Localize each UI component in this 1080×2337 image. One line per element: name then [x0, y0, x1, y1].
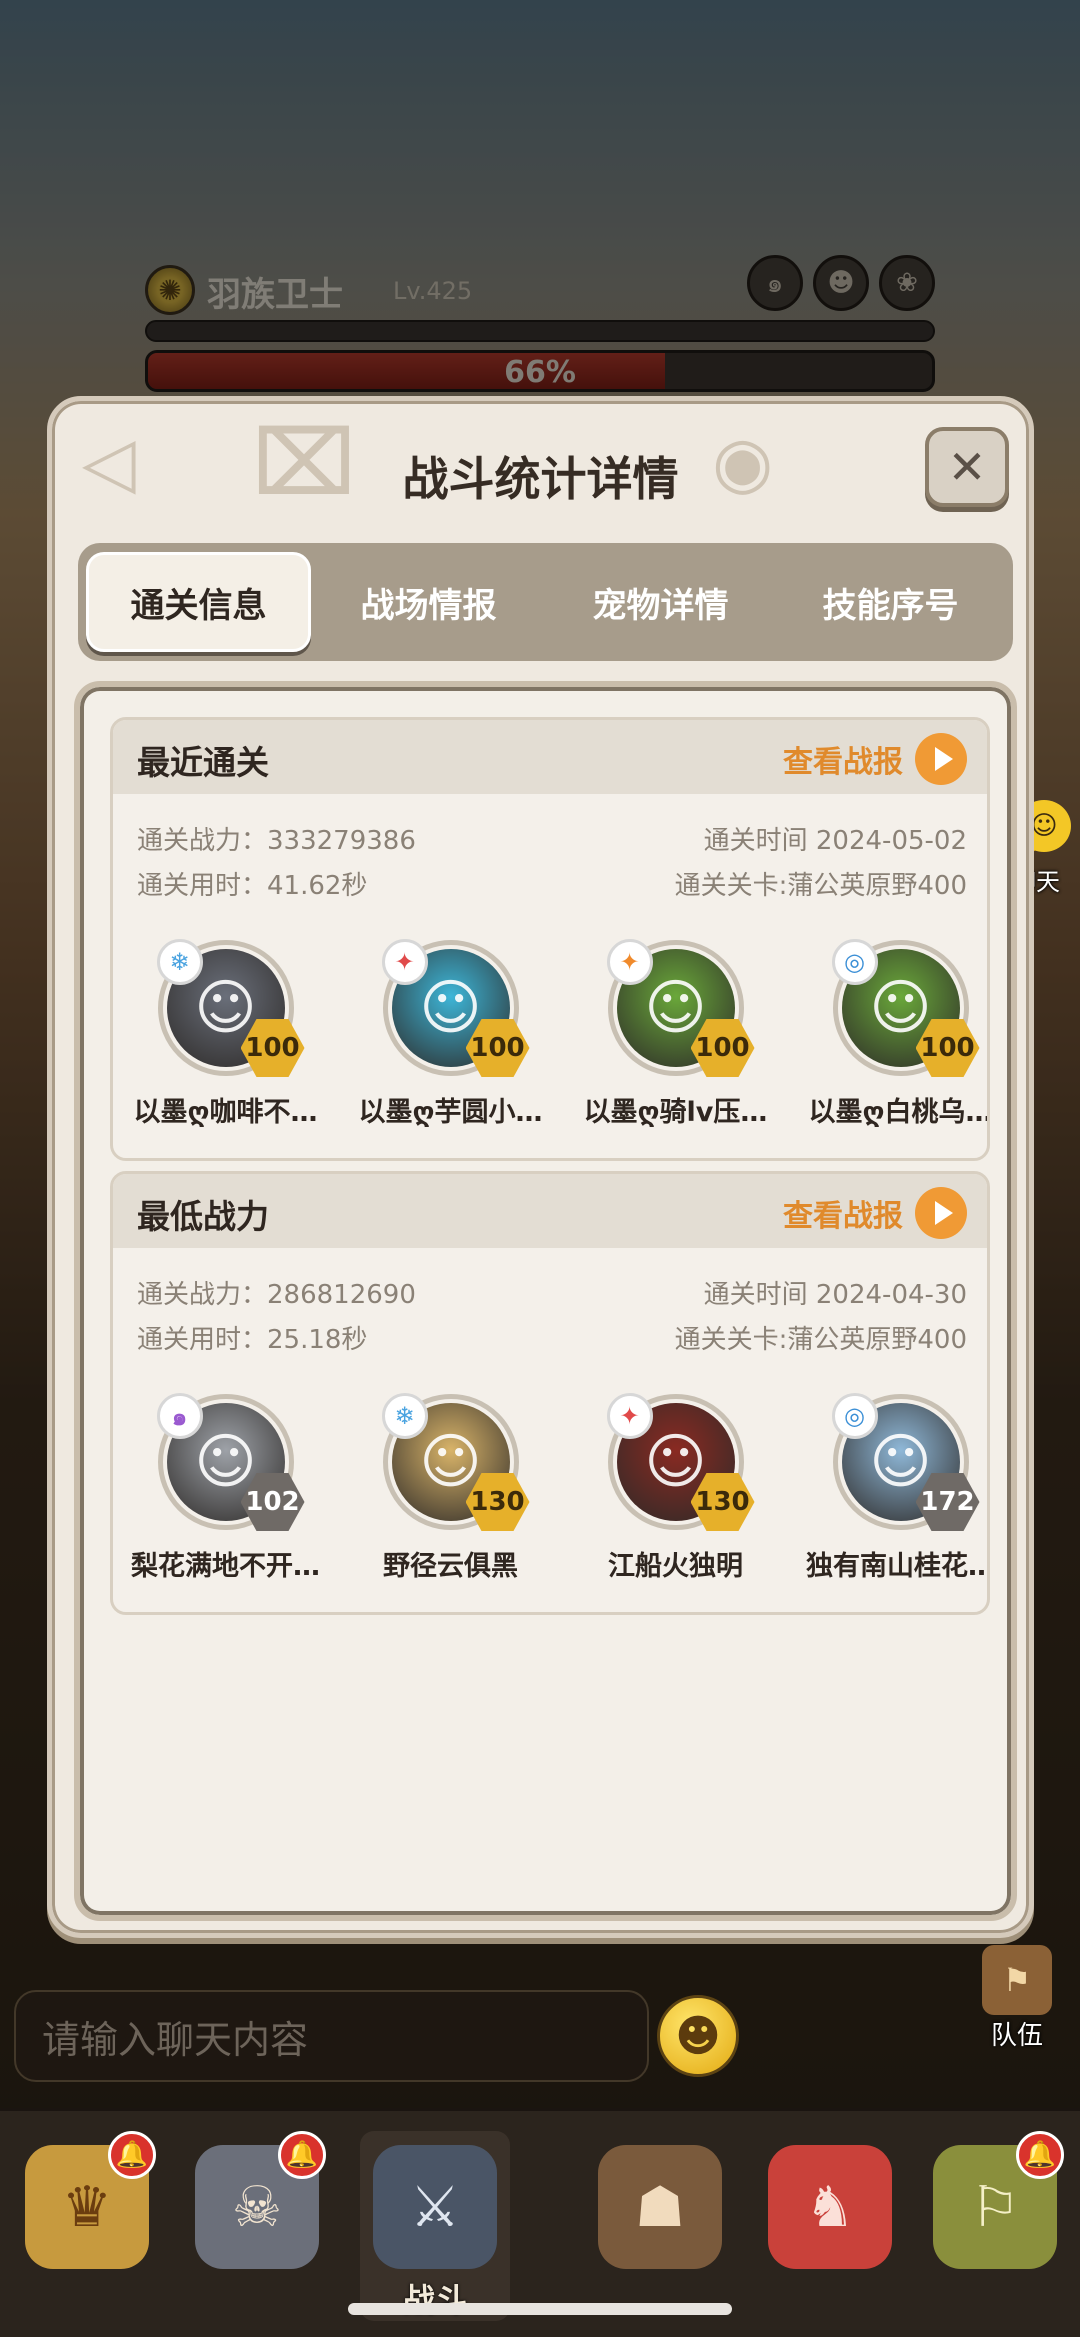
- player-name: 野径云俱黑: [383, 1551, 518, 1582]
- team-label: 队伍: [990, 2021, 1043, 2051]
- fire-icon: ✦: [606, 939, 653, 985]
- clear-power: 通关战力：333279386: [137, 826, 416, 856]
- player-entry[interactable]: ☺ ✦ 100 以墨ღ芋圆小…: [338, 939, 563, 1129]
- player-avatar[interactable]: ☺ ◎ 172: [831, 1393, 980, 1531]
- play-icon: [915, 733, 967, 785]
- notification-bell-icon: 🔔: [278, 2131, 326, 2179]
- play-icon: [915, 1187, 967, 1239]
- info-row: 通关战力：286812690 通关时间 2024-04-30: [137, 1274, 967, 1310]
- battle-icon: ⚔: [373, 2145, 497, 2269]
- clear-stage: 通关关卡:蒲公英原野400: [674, 871, 967, 901]
- tab-bar: 通关信息 战场情报 宠物详情 技能序号: [78, 543, 1013, 661]
- battle-stats-dialog: ◁ ⌧ ◉ 战斗统计详情 ✕ 通关信息 战场情报 宠物详情 技能序号 最近通关 …: [47, 396, 1034, 1938]
- nav-dragon[interactable]: ♞: [755, 2131, 905, 2321]
- nav-hero[interactable]: ♛ 🔔: [12, 2131, 162, 2321]
- tab-pet-details[interactable]: 宠物详情: [548, 552, 773, 652]
- card-header: 最低战力 查看战报: [113, 1174, 987, 1248]
- info-row: 通关用时：41.62秒 通关关卡:蒲公英原野400: [137, 865, 967, 901]
- player-avatar[interactable]: ☺ ✦ 100: [381, 939, 530, 1077]
- water-icon: ◎: [831, 939, 878, 985]
- player-name: 以墨ღ白桃乌…: [808, 1097, 990, 1128]
- player-avatar[interactable]: ☺ ❄ 130: [381, 1393, 530, 1531]
- tab-skill-order[interactable]: 技能序号: [778, 552, 1003, 652]
- player-name: 以墨ღ咖啡不…: [133, 1097, 318, 1128]
- clear-time: 通关时间 2024-04-30: [703, 1280, 967, 1310]
- player-entry[interactable]: ☺ ✦ 130 江船火独明: [563, 1393, 788, 1583]
- home-indicator[interactable]: [348, 2303, 732, 2315]
- chat-placeholder: 请输入聊天内容: [42, 2017, 309, 2062]
- ice-icon: ❄: [381, 1393, 428, 1439]
- player-entry[interactable]: ☺ ๑ 102 梨花满地不开…: [113, 1393, 338, 1583]
- tab-clear-info[interactable]: 通关信息: [86, 552, 311, 652]
- player-avatar[interactable]: ☺ ✦ 100: [606, 939, 755, 1077]
- content-frame: 最近通关 查看战报 通关战力：333279386 通关时间 2024-05-02…: [74, 681, 1017, 1921]
- nav-battle[interactable]: ⚔ 战斗: [360, 2131, 510, 2321]
- player-avatar[interactable]: ☺ ❄ 100: [156, 939, 305, 1077]
- notification-bell-icon: 🔔: [1016, 2131, 1064, 2179]
- info-row: 通关战力：333279386 通关时间 2024-05-02: [137, 820, 967, 856]
- player-list: ☺ ❄ 100 以墨ღ咖啡不… ☺ ✦ 100 以墨ღ芋圆小… ☺ ✦ 100 以墨ღ骑lv压… ☺ ◎ 1…: [113, 939, 990, 1140]
- emoji-button[interactable]: ☻: [657, 1995, 739, 2077]
- close-icon: ✕: [947, 440, 987, 494]
- player-name: 江船火独明: [608, 1551, 743, 1582]
- view-report-button[interactable]: 查看战报: [783, 733, 967, 785]
- player-name: 以墨ღ芋圆小…: [358, 1097, 543, 1128]
- clear-duration: 通关用时：25.18秒: [137, 1325, 368, 1355]
- player-name: 以墨ღ骑lv压…: [583, 1097, 768, 1128]
- player-entry[interactable]: ☺ ✦ 100 以墨ღ骑lv压…: [563, 939, 788, 1129]
- card-title: 最低战力: [137, 1197, 269, 1236]
- dialog-title: 战斗统计详情: [402, 452, 679, 506]
- card-title: 最近通关: [137, 743, 269, 782]
- nav-guild[interactable]: ⚐ 🔔: [920, 2131, 1070, 2321]
- view-report-label: 查看战报: [783, 745, 903, 780]
- player-avatar[interactable]: ☺ ◎ 100: [831, 939, 980, 1077]
- player-entry[interactable]: ☺ ❄ 100 以墨ღ咖啡不…: [113, 939, 338, 1129]
- view-report-button[interactable]: 查看战报: [783, 1187, 967, 1239]
- dragon-icon: ♞: [768, 2145, 892, 2269]
- info-row: 通关用时：25.18秒 通关关卡:蒲公英原野400: [137, 1319, 967, 1355]
- nav-pet[interactable]: ☠ 🔔: [182, 2131, 332, 2321]
- player-entry[interactable]: ☺ ◎ 172 独有南山桂花…: [788, 1393, 990, 1583]
- close-button[interactable]: ✕: [925, 427, 1009, 507]
- clear-time: 通关时间 2024-05-02: [703, 826, 967, 856]
- player-entry[interactable]: ☺ ❄ 130 野径云俱黑: [338, 1393, 563, 1583]
- recent-clear-card: 最近通关 查看战报 通关战力：333279386 通关时间 2024-05-02…: [110, 717, 990, 1161]
- shop-icon: ☗: [598, 2145, 722, 2269]
- water-icon: ◎: [831, 1393, 878, 1439]
- chat-input[interactable]: 请输入聊天内容: [14, 1990, 649, 2082]
- team-button[interactable]: ⚑ 队伍: [972, 1945, 1062, 2052]
- ice-icon: ❄: [156, 939, 203, 985]
- card-header: 最近通关 查看战报: [113, 720, 987, 794]
- fire-icon: ✦: [381, 939, 428, 985]
- player-name: 独有南山桂花…: [806, 1551, 990, 1582]
- player-avatar[interactable]: ☺ ✦ 130: [606, 1393, 755, 1531]
- fire-icon: ✦: [606, 1393, 653, 1439]
- clear-duration: 通关用时：41.62秒: [137, 871, 368, 901]
- team-icon: ⚑: [982, 1945, 1052, 2015]
- wind-icon: ๑: [156, 1393, 203, 1439]
- lowest-power-card: 最低战力 查看战报 通关战力：286812690 通关时间 2024-04-30…: [110, 1171, 990, 1615]
- player-list: ☺ ๑ 102 梨花满地不开… ☺ ❄ 130 野径云俱黑 ☺ ✦ 130 江船火独明 ☺ ◎ 172 独有南…: [113, 1393, 990, 1594]
- clear-stage: 通关关卡:蒲公英原野400: [674, 1325, 967, 1355]
- view-report-label: 查看战报: [783, 1199, 903, 1234]
- player-avatar[interactable]: ☺ ๑ 102: [156, 1393, 305, 1531]
- nav-shop[interactable]: ☗: [585, 2131, 735, 2321]
- player-name: 梨花满地不开…: [131, 1551, 320, 1582]
- player-entry[interactable]: ☺ ◎ 100 以墨ღ白桃乌…: [788, 939, 990, 1129]
- notification-bell-icon: 🔔: [108, 2131, 156, 2179]
- clear-power: 通关战力：286812690: [137, 1280, 416, 1310]
- tab-battlefield-intel[interactable]: 战场情报: [316, 552, 541, 652]
